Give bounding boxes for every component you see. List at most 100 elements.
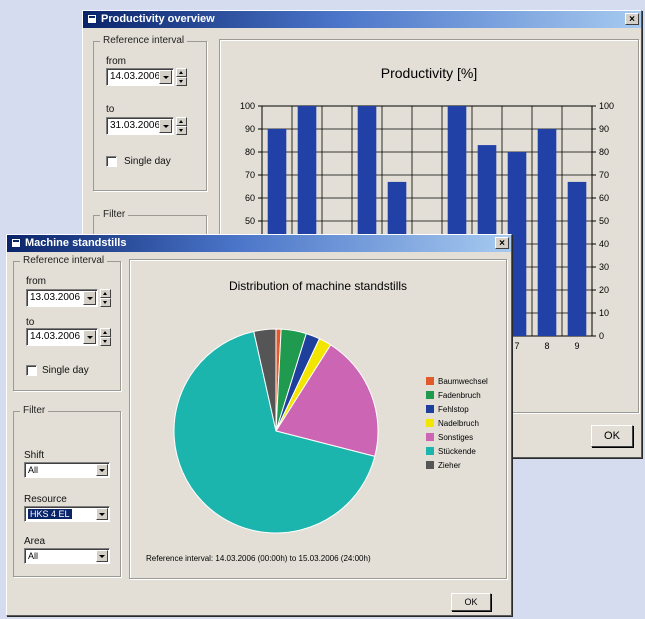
machine-standstills-window: Machine standstills × Reference interval… — [6, 234, 512, 616]
spin-up-icon[interactable] — [100, 289, 111, 298]
y-tick-label: 100 — [240, 101, 255, 111]
y-tick-label-right: 70 — [599, 170, 609, 180]
from-date-spinner[interactable] — [100, 289, 111, 307]
y-tick-label-right: 20 — [599, 285, 609, 295]
shift-value: All — [28, 465, 39, 475]
single-day-label: Single day — [42, 365, 89, 376]
legend-swatch — [426, 391, 434, 399]
ok-button[interactable]: OK — [591, 425, 633, 447]
from-date-spinner[interactable] — [176, 68, 187, 86]
y-tick-label-right: 100 — [599, 101, 614, 111]
to-date-value: 31.03.2006 — [110, 120, 161, 131]
reference-interval-legend: Reference interval — [100, 35, 188, 46]
close-button[interactable]: × — [495, 237, 509, 249]
to-date-spinner[interactable] — [176, 117, 187, 135]
y-tick-label: 80 — [245, 147, 255, 157]
ok-label: OK — [464, 597, 478, 607]
legend-label: Fehlstop — [438, 405, 469, 414]
area-label: Area — [24, 536, 46, 547]
productivity-window-title: Productivity overview — [101, 13, 215, 25]
standstills-chart: Distribution of machine standstills Baum… — [146, 279, 488, 563]
chevron-down-icon[interactable] — [96, 550, 108, 562]
reference-interval-footer: Reference interval: 14.03.2006 (00:00h) … — [146, 554, 371, 563]
spin-down-icon[interactable] — [100, 337, 111, 346]
to-date-picker[interactable]: 14.03.2006 — [26, 328, 98, 346]
y-tick-label: 60 — [245, 193, 255, 203]
chevron-down-icon[interactable] — [159, 119, 172, 133]
shift-select[interactable]: All — [24, 462, 110, 478]
to-label: to — [106, 104, 115, 115]
y-tick-label-right: 30 — [599, 262, 609, 272]
y-tick-label-right: 40 — [599, 239, 609, 249]
y-tick-label-right: 80 — [599, 147, 609, 157]
single-day-label: Single day — [124, 156, 171, 167]
to-date-picker[interactable]: 31.03.2006 — [106, 117, 174, 135]
ok-button[interactable]: OK — [451, 593, 491, 611]
ok-label: OK — [604, 430, 620, 442]
legend-swatch — [426, 405, 434, 413]
filter-legend: Filter — [20, 405, 49, 416]
spin-up-icon[interactable] — [176, 117, 187, 126]
x-tick-label: 9 — [574, 341, 579, 351]
filter-legend: Filter — [100, 209, 129, 220]
legend-swatch — [426, 447, 434, 455]
resource-label: Resource — [24, 494, 67, 505]
from-date-value: 14.03.2006 — [110, 71, 161, 82]
legend-label: Stückende — [438, 447, 476, 456]
window-app-icon — [11, 238, 21, 248]
area-value: All — [28, 551, 39, 561]
spin-up-icon[interactable] — [100, 328, 111, 337]
area-select[interactable]: All — [24, 548, 110, 564]
standstills-chart-panel: Distribution of machine standstills Baum… — [129, 259, 507, 579]
spin-down-icon[interactable] — [100, 298, 111, 307]
legend-label: Zieher — [438, 461, 461, 470]
productivity-title-bar[interactable]: Productivity overview × — [83, 11, 641, 28]
reference-interval-group: Reference interval from 14.03.2006 to 31… — [93, 35, 207, 191]
single-day-checkbox[interactable] — [106, 156, 117, 167]
legend-swatch — [426, 433, 434, 441]
y-tick-label: 70 — [245, 170, 255, 180]
single-day-checkbox[interactable] — [26, 365, 37, 376]
spin-up-icon[interactable] — [176, 68, 187, 77]
legend-swatch — [426, 377, 434, 385]
y-tick-label-right: 60 — [599, 193, 609, 203]
to-date-value: 14.03.2006 — [30, 331, 81, 342]
chevron-down-icon[interactable] — [83, 291, 96, 305]
legend-swatch — [426, 461, 434, 469]
legend-swatch — [426, 419, 434, 427]
y-tick-label-right: 10 — [599, 308, 609, 318]
from-date-picker[interactable]: 14.03.2006 — [106, 68, 174, 86]
legend-label: Nadelbruch — [438, 419, 479, 428]
legend-label: Fadenbruch — [438, 391, 481, 400]
resource-select[interactable]: HKS 4 EL — [24, 506, 110, 522]
resource-value: HKS 4 EL — [28, 509, 72, 519]
y-tick-label: 50 — [245, 216, 255, 226]
legend-label: Sonstiges — [438, 433, 473, 442]
chart-title: Productivity [%] — [381, 65, 477, 81]
filter-group: Filter Shift All Resource HKS 4 EL Area … — [13, 405, 121, 577]
legend-label: Baumwechsel — [438, 377, 488, 386]
standstills-title-bar[interactable]: Machine standstills × — [7, 235, 511, 252]
x-tick-label: 7 — [514, 341, 519, 351]
standstills-window-title: Machine standstills — [25, 237, 127, 249]
from-label: from — [106, 56, 126, 67]
from-date-value: 13.03.2006 — [30, 292, 81, 303]
to-label: to — [26, 317, 35, 328]
from-date-picker[interactable]: 13.03.2006 — [26, 289, 98, 307]
close-button[interactable]: × — [625, 13, 639, 25]
reference-interval-group: Reference interval from 13.03.2006 to 14… — [13, 255, 121, 391]
chevron-down-icon[interactable] — [159, 70, 172, 84]
chevron-down-icon[interactable] — [83, 330, 96, 344]
chevron-down-icon[interactable] — [96, 464, 108, 476]
spin-down-icon[interactable] — [176, 126, 187, 135]
from-label: from — [26, 276, 46, 287]
spin-down-icon[interactable] — [176, 77, 187, 86]
window-app-icon — [87, 14, 97, 24]
bar — [567, 181, 587, 336]
to-date-spinner[interactable] — [100, 328, 111, 346]
x-tick-label: 8 — [544, 341, 549, 351]
chevron-down-icon[interactable] — [96, 508, 108, 520]
y-tick-label-right: 0 — [599, 331, 604, 341]
y-tick-label-right: 90 — [599, 124, 609, 134]
reference-interval-legend: Reference interval — [20, 255, 108, 266]
